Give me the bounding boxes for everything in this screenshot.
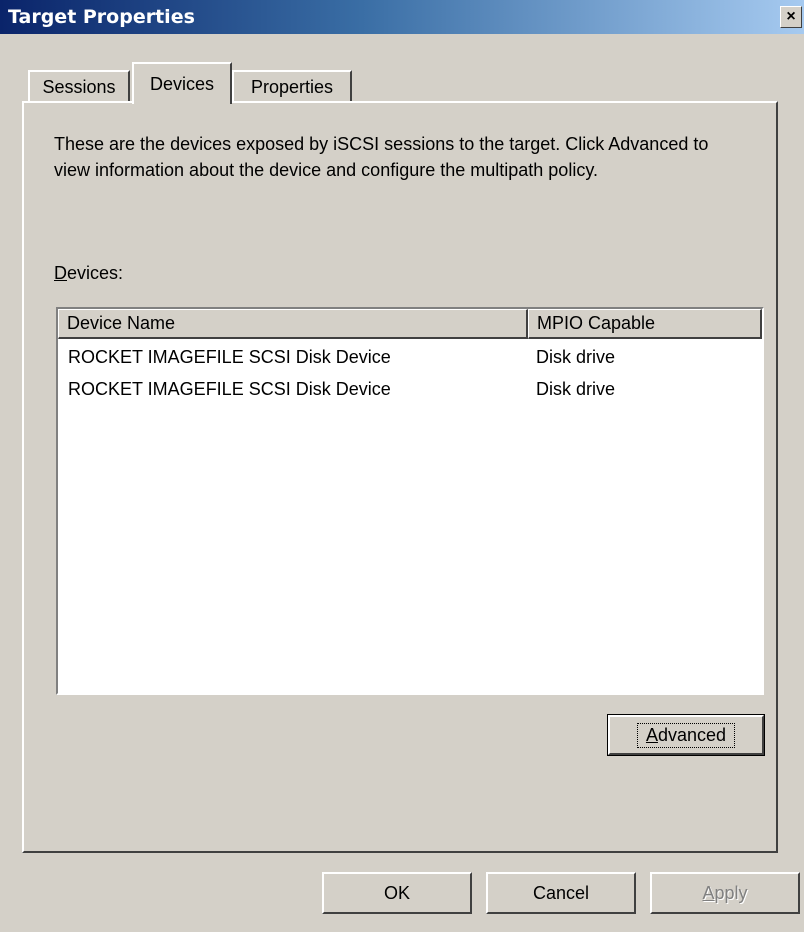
apply-button: Apply — [650, 872, 800, 914]
column-header-device-name[interactable]: Device Name — [58, 309, 528, 339]
tab-label: Devices — [149, 73, 215, 94]
table-row[interactable]: ROCKET IMAGEFILE SCSI Disk Device Disk d… — [58, 341, 762, 373]
tab-label: Properties — [250, 76, 334, 97]
tab-properties[interactable]: Properties — [232, 70, 352, 102]
mpio-capable-cell: Disk drive — [536, 379, 616, 399]
column-header-mpio-capable[interactable]: MPIO Capable — [528, 309, 762, 339]
tab-label: Sessions — [42, 76, 116, 97]
device-name-cell: ROCKET IMAGEFILE SCSI Disk Device — [68, 347, 391, 367]
window-title: Target Properties — [8, 6, 195, 28]
mpio-capable-cell: Disk drive — [536, 347, 616, 367]
cancel-button[interactable]: Cancel — [486, 872, 636, 914]
title-bar[interactable]: Target Properties × — [0, 0, 804, 34]
table-row[interactable]: ROCKET IMAGEFILE SCSI Disk Device Disk d… — [58, 373, 762, 405]
devices-label: Devices: — [54, 263, 124, 283]
ok-button[interactable]: OK — [322, 872, 472, 914]
tab-devices[interactable]: Devices — [132, 62, 232, 104]
tab-sessions[interactable]: Sessions — [28, 70, 130, 102]
close-icon: × — [786, 8, 796, 25]
devices-tab-panel: These are the devices exposed by iSCSI s… — [22, 101, 778, 853]
device-name-cell: ROCKET IMAGEFILE SCSI Disk Device — [68, 379, 391, 399]
description-text: These are the devices exposed by iSCSI s… — [54, 134, 709, 180]
advanced-button[interactable]: Advanced — [607, 714, 765, 756]
devices-list[interactable]: Device Name MPIO Capable ROCKET IMAGEFIL… — [56, 307, 764, 695]
close-button[interactable]: × — [780, 6, 802, 28]
